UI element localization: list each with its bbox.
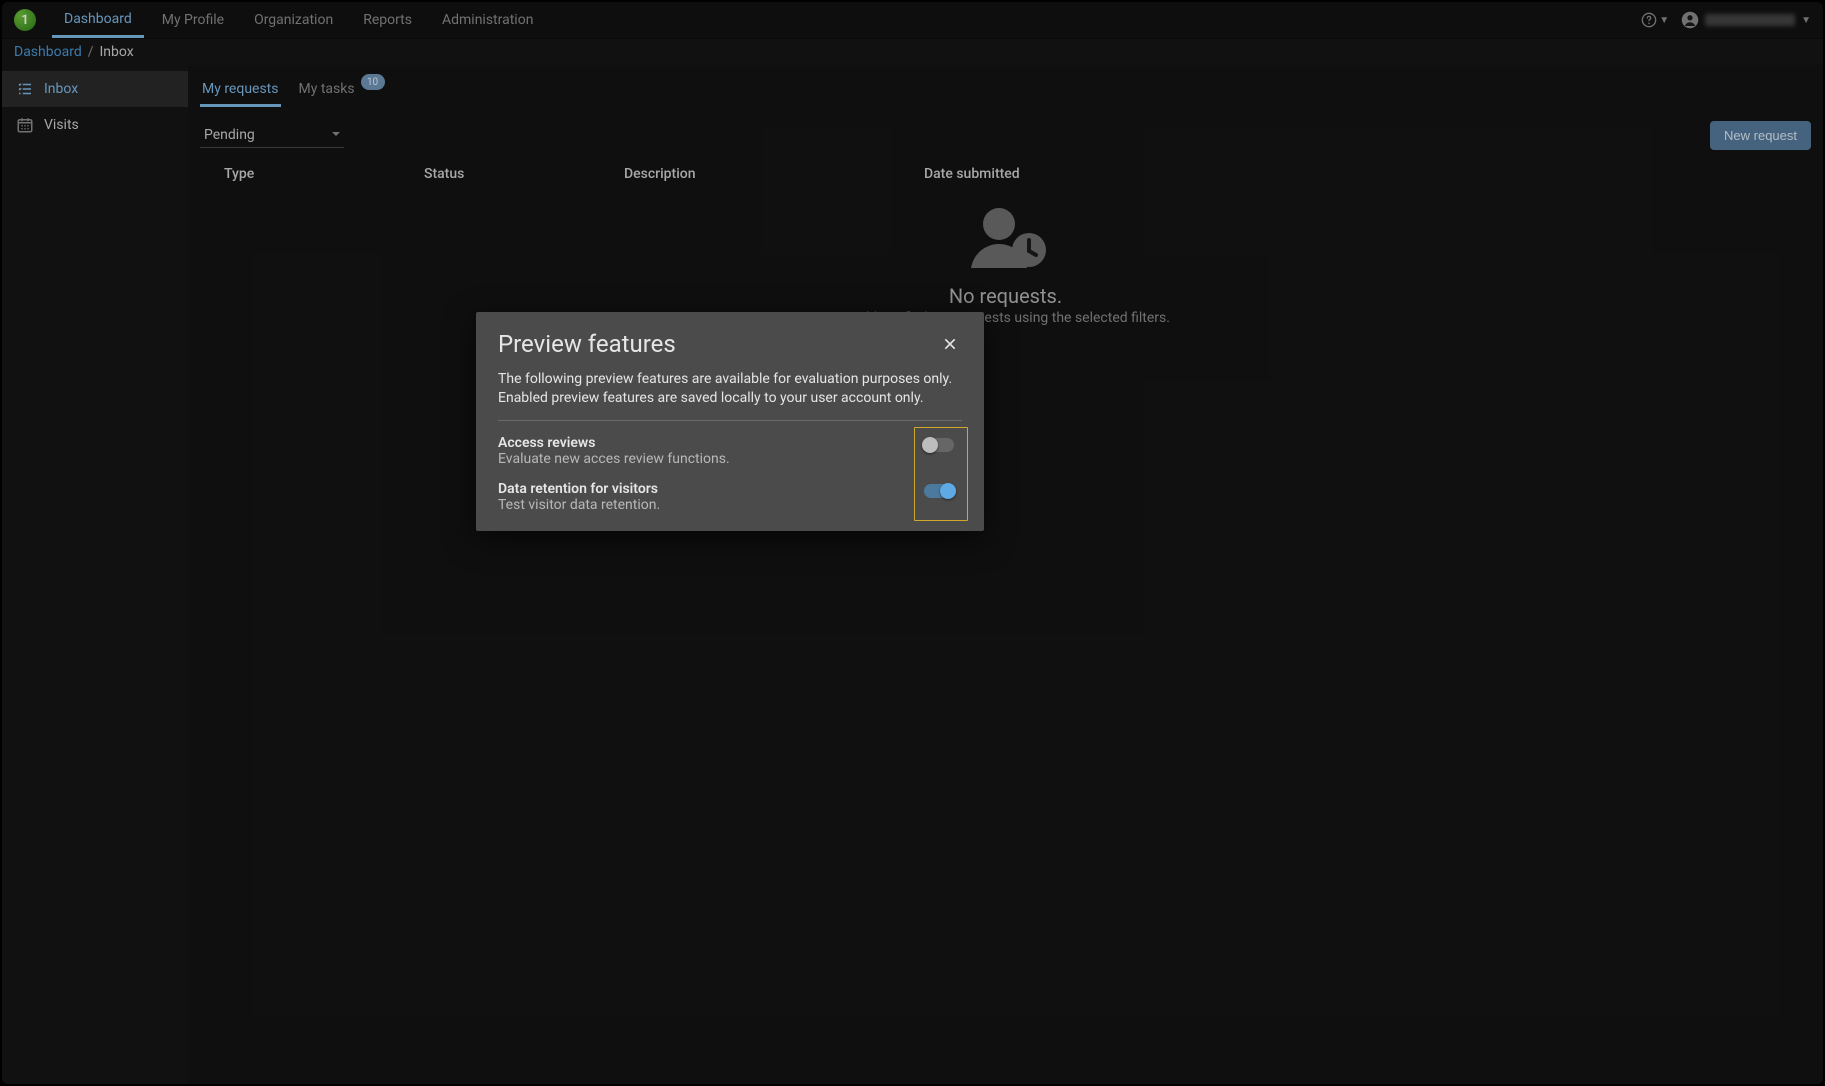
feature-row-data-retention: Data retention for visitors Test visitor…	[498, 481, 962, 513]
preview-features-dialog: Preview features The following preview f…	[476, 312, 984, 531]
dialog-close-button[interactable]	[938, 332, 962, 356]
dialog-title: Preview features	[498, 330, 676, 358]
feature-subtitle: Test visitor data retention.	[498, 497, 660, 513]
feature-row-access-reviews: Access reviews Evaluate new acces review…	[498, 435, 962, 467]
modal-scrim[interactable]	[2, 2, 1823, 1084]
feature-title: Data retention for visitors	[498, 481, 660, 497]
feature-list: Access reviews Evaluate new acces review…	[498, 435, 962, 513]
close-icon	[942, 336, 958, 352]
dialog-description: The following preview features are avail…	[498, 370, 962, 408]
feature-toggle-access-reviews[interactable]	[924, 438, 954, 452]
feature-title: Access reviews	[498, 435, 730, 451]
dialog-divider	[498, 420, 962, 421]
feature-subtitle: Evaluate new acces review functions.	[498, 451, 730, 467]
app-root: 1 Dashboard My Profile Organization Repo…	[2, 2, 1823, 1084]
feature-toggle-data-retention[interactable]	[924, 484, 954, 498]
